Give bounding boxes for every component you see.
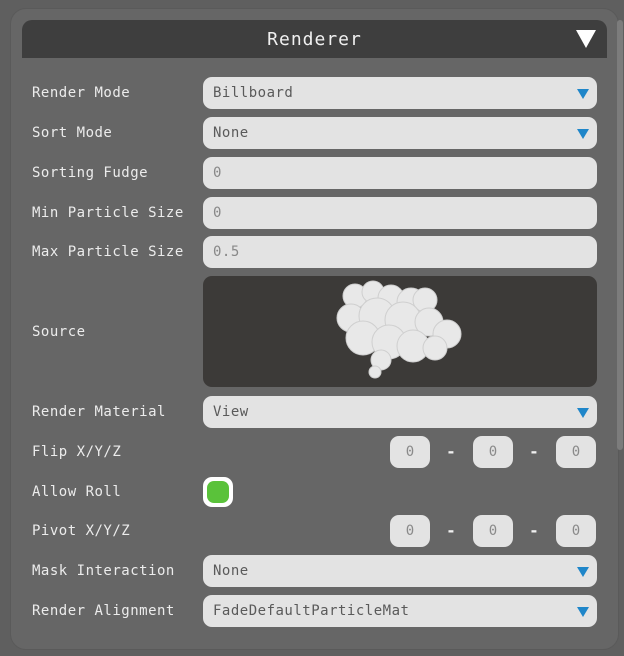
pivot-z-input[interactable]: 0 (556, 515, 596, 547)
flip-x-input[interactable]: 0 (390, 436, 430, 468)
render-material-dropdown[interactable]: View (203, 396, 597, 428)
row-render-material: Render Material View (32, 396, 598, 428)
pivot-y-input[interactable]: 0 (473, 515, 513, 547)
max-particle-size-label: Max Particle Size (32, 244, 184, 260)
render-mode-value: Billboard (213, 85, 294, 101)
row-flip-xyz: Flip X/Y/Z 0 - 0 - 0 (32, 436, 598, 468)
render-mode-dropdown[interactable]: Billboard (203, 77, 597, 109)
render-material-value: View (213, 404, 249, 420)
flip-z-input[interactable]: 0 (556, 436, 596, 468)
dropdown-arrow-icon (577, 129, 589, 139)
pivot-xyz-label: Pivot X/Y/Z (32, 523, 131, 539)
dropdown-arrow-icon (577, 567, 589, 577)
dropdown-arrow-icon (577, 408, 589, 418)
pivot-x-input[interactable]: 0 (390, 515, 430, 547)
sort-mode-dropdown[interactable]: None (203, 117, 597, 149)
flip-separator: - (446, 442, 456, 461)
triangle-down-icon[interactable] (575, 28, 597, 50)
pivot-separator: - (446, 521, 456, 540)
render-material-label: Render Material (32, 404, 166, 420)
row-render-alignment: Render Alignment FadeDefaultParticleMat (32, 595, 598, 627)
panel-title: Renderer (267, 28, 362, 50)
flip-separator: - (529, 442, 539, 461)
sort-mode-value: None (213, 125, 249, 141)
source-label: Source (32, 324, 86, 340)
pivot-separator: - (529, 521, 539, 540)
flip-xyz-label: Flip X/Y/Z (32, 444, 122, 460)
sorting-fudge-label: Sorting Fudge (32, 165, 149, 181)
row-min-particle-size: Min Particle Size 0 (32, 197, 598, 229)
mask-interaction-dropdown[interactable]: None (203, 555, 597, 587)
allow-roll-toggle[interactable] (203, 477, 233, 507)
dropdown-arrow-icon (577, 607, 589, 617)
panel-header[interactable]: Renderer (22, 20, 607, 58)
render-alignment-value: FadeDefaultParticleMat (213, 603, 410, 619)
row-mask-interaction: Mask Interaction None (32, 555, 598, 587)
render-alignment-dropdown[interactable]: FadeDefaultParticleMat (203, 595, 597, 627)
row-sort-mode: Sort Mode None (32, 117, 598, 149)
source-texture-slot[interactable] (203, 276, 597, 387)
min-particle-size-label: Min Particle Size (32, 205, 184, 221)
scrollbar[interactable] (617, 20, 623, 450)
sort-mode-label: Sort Mode (32, 125, 113, 141)
row-pivot-xyz: Pivot X/Y/Z 0 - 0 - 0 (32, 515, 598, 547)
toggle-on-indicator (207, 481, 229, 503)
min-particle-size-input[interactable]: 0 (203, 197, 597, 229)
allow-roll-label: Allow Roll (32, 484, 122, 500)
row-sorting-fudge: Sorting Fudge 0 (32, 157, 598, 189)
row-render-mode: Render Mode Billboard (32, 77, 598, 109)
smoke-particle-icon (336, 280, 462, 379)
render-alignment-label: Render Alignment (32, 603, 175, 619)
dropdown-arrow-icon (577, 89, 589, 99)
mask-interaction-label: Mask Interaction (32, 563, 175, 579)
max-particle-size-input[interactable]: 0.5 (203, 236, 597, 268)
sorting-fudge-input[interactable]: 0 (203, 157, 597, 189)
render-mode-label: Render Mode (32, 85, 131, 101)
flip-y-input[interactable]: 0 (473, 436, 513, 468)
row-allow-roll: Allow Roll (32, 476, 598, 508)
row-max-particle-size: Max Particle Size 0.5 (32, 236, 598, 268)
mask-interaction-value: None (213, 563, 249, 579)
